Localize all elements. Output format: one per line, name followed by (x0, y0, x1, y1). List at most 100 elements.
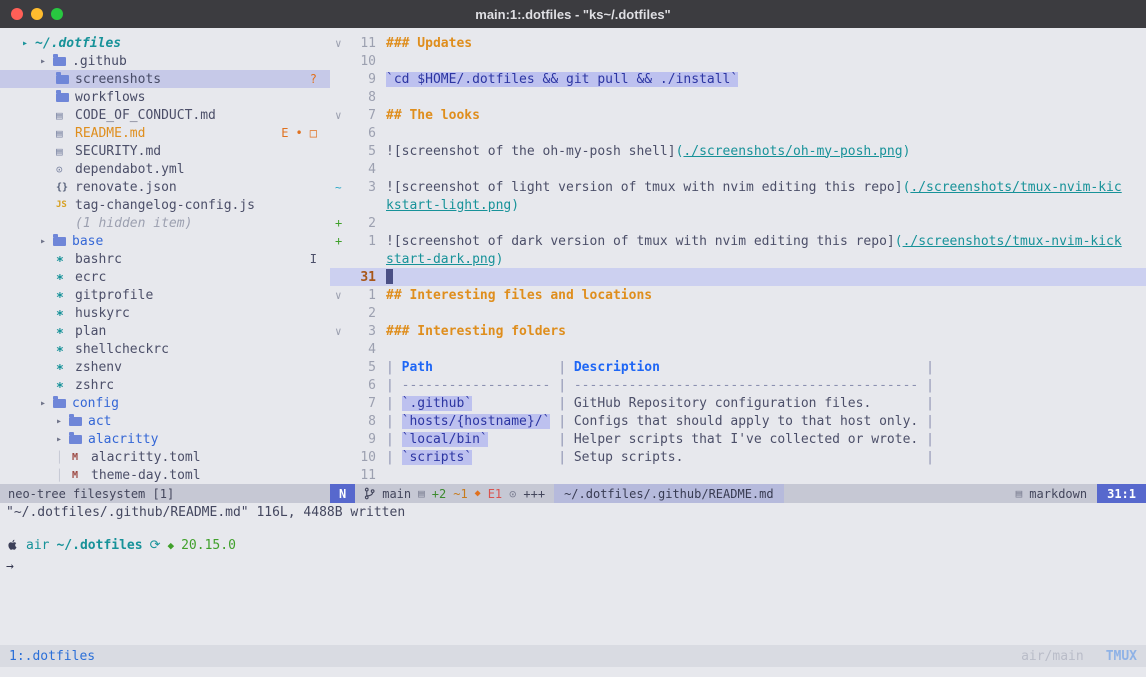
editor-line[interactable]: 6| ------------------- | ---------------… (330, 376, 1146, 394)
editor-line[interactable]: 4 (330, 340, 1146, 358)
tree-item-config[interactable]: ▸config (0, 394, 330, 412)
expander-icon[interactable]: ▸ (56, 434, 69, 445)
editor-line[interactable]: 4 (330, 160, 1146, 178)
editor-line[interactable]: 6 (330, 124, 1146, 142)
tree-item-1-hidden-item[interactable]: (1 hidden item) (0, 214, 330, 232)
terminal: ▸~/.dotfiles▸.githubscreenshots?workflow… (0, 28, 1146, 677)
code-segment: `cd $HOME/.dotfiles && git pull && ./ins… (386, 72, 738, 87)
tree-item-gitprofile[interactable]: ∗gitprofile (0, 286, 330, 304)
tree-item-alacritty[interactable]: ▸alacritty (0, 430, 330, 448)
editor-line[interactable]: 9`cd $HOME/.dotfiles && git pull && ./in… (330, 70, 1146, 88)
tree-item-zshenv[interactable]: ∗zshenv (0, 358, 330, 376)
editor-line[interactable]: ∨1## Interesting files and locations (330, 286, 1146, 304)
expander-icon[interactable]: ▸ (22, 38, 35, 49)
expander-icon[interactable]: ▸ (40, 236, 53, 247)
line-number: 6 (346, 378, 376, 393)
tree-item-security-md[interactable]: ▤SECURITY.md (0, 142, 330, 160)
code-segment: | (926, 432, 934, 447)
folder-icon (56, 93, 69, 102)
tree-item-workflows[interactable]: workflows (0, 88, 330, 106)
editor-wrap-line[interactable]: start-dark.png) (330, 250, 1146, 268)
zoom-button[interactable] (51, 8, 63, 20)
editor-line[interactable]: +1![screenshot of dark version of tmux w… (330, 232, 1146, 250)
line-text: ![screenshot of light version of tmux wi… (376, 180, 1122, 195)
editor-line[interactable]: 5| Path | Description | (330, 358, 1146, 376)
status-badge: E (281, 126, 288, 140)
code-segment: ### Updates (386, 36, 472, 51)
tree-item-huskyrc[interactable]: ∗huskyrc (0, 304, 330, 322)
editor-line[interactable]: ∨3### Interesting folders (330, 322, 1146, 340)
code-segment: | (558, 378, 574, 393)
git-branch-name: main (382, 487, 411, 501)
code-segment: | (558, 396, 574, 411)
editor-line[interactable]: ∨11### Updates (330, 34, 1146, 52)
editor-line[interactable]: 31 (330, 268, 1146, 286)
code-segment: | (386, 396, 402, 411)
terminal-window: main:1:.dotfiles - "ks~/.dotfiles" ▸~/.d… (0, 0, 1146, 677)
tree-item-shellcheckrc[interactable]: ∗shellcheckrc (0, 340, 330, 358)
modified-flag: +++ (523, 487, 545, 501)
gutter-sign-empty (330, 361, 346, 374)
editor-line[interactable]: ~3![screenshot of light version of tmux … (330, 178, 1146, 196)
code-segment (683, 450, 926, 465)
expander-icon[interactable]: ▸ (56, 416, 69, 427)
tmux-window-label[interactable]: 1:.dotfiles (9, 649, 95, 664)
editor-line[interactable]: 11 (330, 466, 1146, 484)
tree-item-plan[interactable]: ∗plan (0, 322, 330, 340)
gutter-sign-empty (330, 433, 346, 446)
tree-item-renovate-json[interactable]: {}renovate.json (0, 178, 330, 196)
tree-item-dotfiles[interactable]: ▸~/.dotfiles (0, 34, 330, 52)
gutter-sign: ∨ (330, 289, 346, 302)
tmux-label: TMUX (1106, 649, 1137, 664)
tree-item-label: alacritty.toml (91, 450, 201, 465)
tree-item-zshrc[interactable]: ∗zshrc (0, 376, 330, 394)
editor-line[interactable]: 2 (330, 304, 1146, 322)
tree-item-base[interactable]: ▸base (0, 232, 330, 250)
code-segment: | (386, 432, 402, 447)
editor-line[interactable]: ∨7## The looks (330, 106, 1146, 124)
line-number: 31 (346, 270, 376, 285)
tree-item-code-of-conduct-md[interactable]: ▤CODE_OF_CONDUCT.md (0, 106, 330, 124)
editor-line[interactable]: 8| `hosts/{hostname}/` | Configs that sh… (330, 412, 1146, 430)
tree-item-tag-changelog-config-js[interactable]: JStag-changelog-config.js (0, 196, 330, 214)
status-badge: ? (310, 72, 317, 86)
tree-item-alacritty-toml[interactable]: │Malacritty.toml (0, 448, 330, 466)
line-text: `cd $HOME/.dotfiles && git pull && ./ins… (376, 72, 738, 87)
code-segment: | (558, 414, 574, 429)
line-text: kstart-light.png) (376, 198, 519, 213)
expander-icon[interactable]: ▸ (40, 398, 53, 409)
editor-line[interactable]: 5![screenshot of the oh-my-posh shell](.… (330, 142, 1146, 160)
gutter-sign-empty (330, 271, 346, 284)
editor-line[interactable]: 9| `local/bin` | Helper scripts that I'v… (330, 430, 1146, 448)
expander-icon[interactable]: ▸ (40, 56, 53, 67)
code-segment: ./screenshots/tmux-nvim-kick (903, 234, 1122, 249)
code-segment: Description (574, 360, 660, 375)
editor-wrap-line[interactable]: kstart-light.png) (330, 196, 1146, 214)
editor-line[interactable]: 7| `.github` | GitHub Repository configu… (330, 394, 1146, 412)
tree-item-dependabot-yml[interactable]: ⊙dependabot.yml (0, 160, 330, 178)
spinner-icon: ⊙ (509, 487, 516, 501)
tree-item-screenshots[interactable]: screenshots? (0, 70, 330, 88)
folder-icon (53, 237, 66, 246)
editor-line[interactable]: 10| `scripts` | Setup scripts. | (330, 448, 1146, 466)
tree-item-ecrc[interactable]: ∗ecrc (0, 268, 330, 286)
statusline-filepath: ~/.dotfiles/.github/README.md (554, 484, 784, 503)
minimize-button[interactable] (31, 8, 43, 20)
tree-item-act[interactable]: ▸act (0, 412, 330, 430)
code-segment: ## The looks (386, 108, 480, 123)
tree-item-github[interactable]: ▸.github (0, 52, 330, 70)
code-segment: | (386, 414, 402, 429)
code-segment: ) (496, 252, 504, 267)
shell-icon: ∗ (56, 252, 75, 267)
tree-item-bashrc[interactable]: ∗bashrcI (0, 250, 330, 268)
line-text: ### Updates (376, 36, 472, 51)
md-icon: ▤ (56, 127, 75, 140)
tree-item-readme-md[interactable]: ▤README.mdE•□ (0, 124, 330, 142)
tree-item-theme-day-toml[interactable]: │Mtheme-day.toml (0, 466, 330, 484)
close-button[interactable] (11, 8, 23, 20)
line-text: | `.github` | GitHub Repository configur… (376, 396, 934, 411)
editor-line[interactable]: 8 (330, 88, 1146, 106)
editor-line[interactable]: 10 (330, 52, 1146, 70)
editor-line[interactable]: +2 (330, 214, 1146, 232)
line-number: 1 (346, 234, 376, 249)
